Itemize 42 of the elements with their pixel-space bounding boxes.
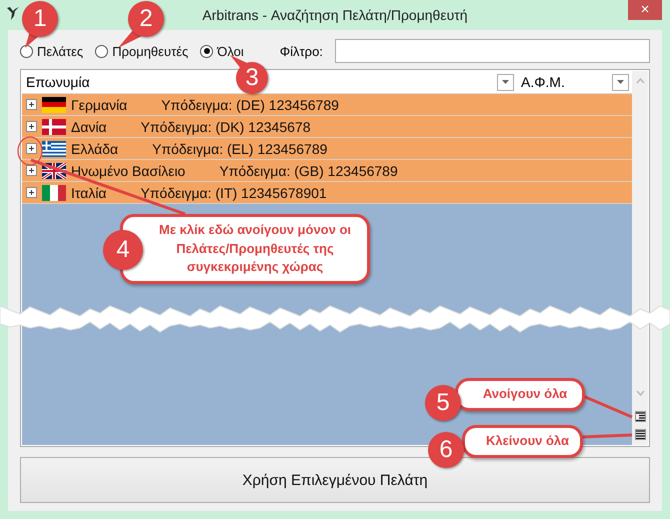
bird-icon (6, 6, 20, 22)
radio-button[interactable]: Όλοι (200, 44, 244, 58)
flag-icon (42, 96, 66, 112)
flag-icon (42, 140, 66, 156)
column-header: Α.Φ.Μ. (521, 74, 565, 90)
callout-text: Ανοίγουν όλα (455, 378, 585, 411)
highlight-circle (17, 136, 43, 166)
caret-icon (617, 80, 624, 84)
vat-sample: Υπόδειγμα: (DE) 123456789 (161, 96, 339, 112)
filter-field[interactable] (334, 39, 650, 63)
window-title: Arbitrans - Αναζήτηση Πελάτη/Προμηθευτή (202, 7, 468, 23)
dropdown-button[interactable] (612, 74, 629, 90)
dropdown-button[interactable] (497, 74, 514, 90)
country-name: Ιταλία (71, 184, 107, 200)
callout-text: Κλείνουν όλα (462, 425, 583, 458)
vat-sample: Υπόδειγμα: (EL) 123456789 (152, 140, 328, 156)
close-button[interactable]: × (628, 0, 662, 20)
country-name: Δανία (71, 118, 107, 134)
filter-label: Φίλτρο: (280, 44, 323, 58)
expand-icon[interactable] (26, 99, 37, 110)
radio-button[interactable]: Προμηθευτές (95, 44, 188, 58)
country-name: Γερμανία (71, 96, 128, 112)
column-header: Επωνυμία (26, 74, 90, 90)
expand-icon[interactable] (26, 187, 37, 198)
vat-sample: Υπόδειγμα: (DK) 12345678 (140, 118, 310, 134)
expand-all-icon[interactable] (634, 411, 646, 422)
caret-icon (502, 80, 509, 84)
radio-button[interactable]: Πελάτες (20, 44, 84, 58)
flag-icon (42, 118, 66, 134)
vat-sample: Υπόδειγμα: (GB) 123456789 (219, 162, 398, 178)
collapse-all-icon[interactable] (634, 429, 646, 440)
use-selected-button[interactable]: Χρήση Επιλεγμένου Πελάτη (20, 457, 650, 503)
expand-icon[interactable] (26, 121, 37, 132)
flag-icon (42, 184, 66, 200)
leader-line (582, 394, 633, 418)
expand-icon[interactable] (26, 143, 37, 154)
country-name: Ηνωμένο Βασίλειο (71, 162, 186, 178)
vat-sample: Υπόδειγμα: (IT) 12345678901 (140, 184, 327, 200)
callout-number: 2 (128, 1, 164, 37)
expand-icon[interactable] (26, 165, 37, 176)
country-name: Ελλάδα (71, 140, 118, 156)
leader-line (580, 434, 632, 438)
